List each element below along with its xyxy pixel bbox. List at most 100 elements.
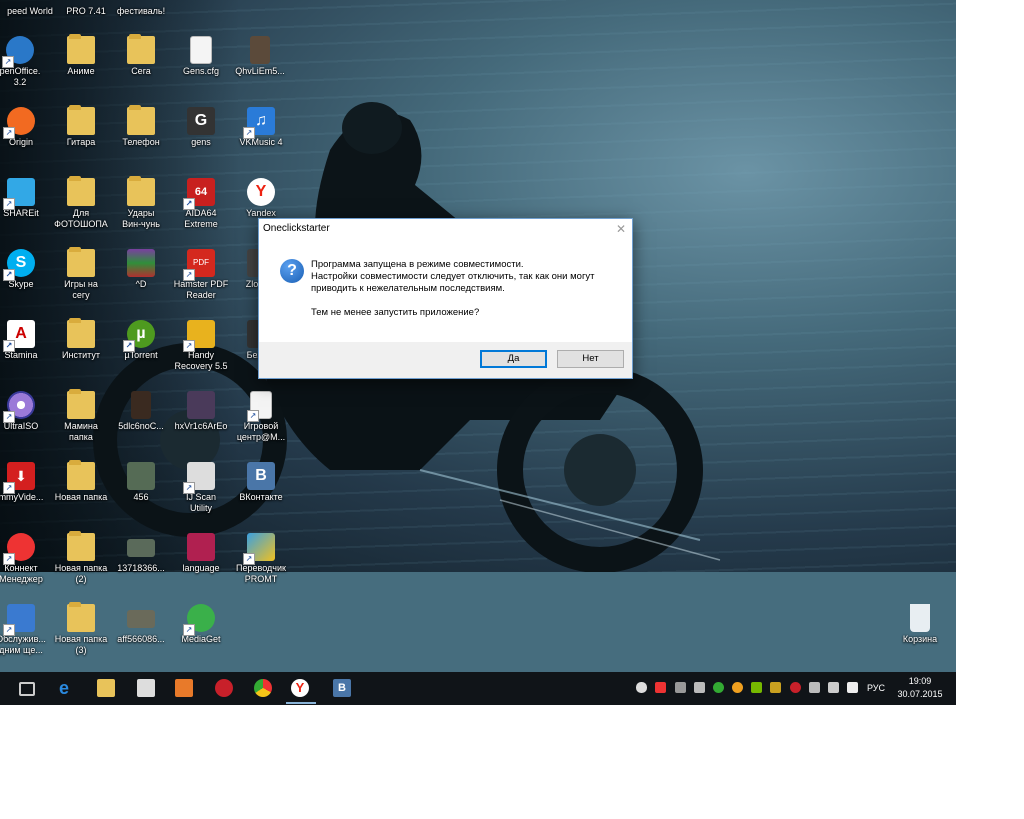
message-line-3: приводить к нежелательным последствиям.	[311, 283, 505, 294]
edge-icon[interactable]: e	[59, 679, 77, 697]
desktop-icon-mediaget[interactable]: MediaGet	[169, 604, 233, 645]
desktop-icon-hxvr1c6areo[interactable]: hxVr1c6ArEo	[169, 391, 233, 432]
utorrent-icon: µ	[123, 320, 155, 352]
desktop-icon-5dlc6noc[interactable]: 5dlc6noC...	[109, 391, 173, 432]
clock-date[interactable]: 30.07.2015	[892, 689, 948, 699]
opera-tray-icon[interactable]	[790, 682, 801, 693]
desktop-icon-gens-cfg[interactable]: Gens.cfg	[169, 36, 233, 77]
video-icon: ⬇	[3, 462, 35, 494]
chrome-icon[interactable]	[254, 679, 272, 697]
app-tray-icon-2[interactable]	[770, 682, 781, 693]
nvidia-icon[interactable]	[751, 682, 762, 693]
image-icon	[131, 391, 151, 419]
desktop-icon-gens[interactable]: G gens	[169, 107, 233, 148]
desktop-icon-skype[interactable]: S Skype	[0, 249, 53, 290]
desktop-icon-game-center[interactable]: Игровой центр@M...	[229, 391, 293, 443]
volume-alert-icon[interactable]	[655, 682, 666, 693]
folder-icon	[67, 602, 95, 632]
folder-icon	[67, 318, 95, 348]
explorer-icon[interactable]	[97, 679, 115, 697]
aida64-icon: 64	[183, 178, 215, 210]
desktop-icon-connect-manager[interactable]: Коннект Менеджер	[0, 533, 53, 585]
desktop-icon-vkontakte[interactable]: B ВКонтакте	[229, 462, 293, 503]
dialog-message: Программа запущена в режиме совместимост…	[311, 259, 595, 319]
desktop-icon-ij-scan[interactable]: IJ Scan Utility	[169, 462, 233, 514]
active-app-indicator	[286, 702, 316, 704]
shareit-icon	[3, 178, 35, 210]
bluetooth-icon[interactable]	[675, 682, 686, 693]
desktop-icon-video[interactable]: ⬇ mmyVide...	[0, 462, 53, 503]
desktop-icon-hamster-pdf[interactable]: PDF Hamster PDF Reader	[169, 249, 233, 301]
no-button[interactable]: Нет	[557, 350, 624, 368]
desktop-icon-recycle-bin[interactable]: Корзина	[888, 604, 952, 645]
desktop-icon-utorrent[interactable]: µ µTorrent	[109, 320, 173, 361]
close-icon[interactable]: ✕	[616, 222, 626, 236]
desktop-icon-openoffice[interactable]: penOffice. 3.2	[0, 36, 52, 88]
image-icon	[127, 462, 155, 490]
signal-icon[interactable]	[809, 682, 820, 693]
store-icon[interactable]	[137, 679, 155, 697]
mediaget-icon	[183, 604, 215, 636]
language-indicator[interactable]: РУС	[864, 683, 888, 693]
yandex-icon: Y	[247, 178, 275, 206]
folder-icon	[67, 105, 95, 135]
desktop-icon-institute[interactable]: Институт	[49, 318, 113, 361]
winrar-icon	[127, 249, 155, 277]
desktop-icon-456[interactable]: 456	[109, 462, 173, 503]
desktop-icon-mom-folder[interactable]: Мамина папка	[49, 389, 113, 443]
folder-icon	[67, 460, 95, 490]
desktop-icon-handy-recovery[interactable]: Handy Recovery 5.5	[169, 320, 233, 372]
desktop-icon-phone[interactable]: Телефон	[109, 105, 173, 148]
folder-icon	[67, 176, 95, 206]
desktop-icon-promt[interactable]: Переводчик PROMT	[229, 533, 293, 585]
desktop-icon-guitar[interactable]: Гитара	[49, 105, 113, 148]
handy-recovery-icon	[183, 320, 215, 352]
desktop-icon-origin[interactable]: Origin	[0, 107, 53, 148]
desktop-icon-aida64[interactable]: 64 AIDA64 Extreme	[169, 178, 233, 230]
dialog-title: Oneclickstarter	[263, 223, 330, 234]
clock-time[interactable]: 19:09	[892, 676, 948, 686]
folder-icon	[67, 34, 95, 64]
desktop-icon-new-folder[interactable]: Новая папка	[49, 460, 113, 503]
desktop-icon-sega[interactable]: Сега	[109, 34, 173, 77]
yes-button[interactable]: Да	[480, 350, 547, 368]
task-view-icon[interactable]	[19, 682, 35, 696]
folder-icon	[67, 389, 95, 419]
dialog-title-bar: Oneclickstarter ✕	[259, 219, 632, 241]
desktop-icon-sega-games[interactable]: Игры на сегу	[49, 247, 113, 301]
desktop-icon-ultraiso[interactable]: UltraISO	[0, 391, 53, 432]
media-player-icon[interactable]	[175, 679, 193, 697]
question-icon: ?	[280, 259, 304, 283]
desktop-icon-d[interactable]: ^D	[109, 249, 173, 290]
desktop-icon-wingchun[interactable]: Удары Вин-чунь	[109, 176, 173, 230]
vk-taskbar-icon[interactable]: B	[333, 679, 351, 697]
desktop-icon-photoshop[interactable]: Для ФОТОШОПА	[49, 176, 113, 230]
desktop-icon-anime[interactable]: Аниме	[49, 34, 113, 77]
desktop-icon-shareit[interactable]: SHAREit	[0, 178, 53, 219]
desktop-icon-new-folder-2[interactable]: Новая папка (2)	[49, 531, 113, 585]
image-icon	[127, 610, 155, 628]
desktop-icon-vkmusic[interactable]: ♫ VKMusic 4	[229, 107, 293, 148]
app-tray-icon[interactable]	[732, 682, 743, 693]
network-icon[interactable]	[694, 682, 705, 693]
vkmusic-icon: ♫	[243, 107, 275, 139]
speaker-icon[interactable]	[828, 682, 839, 693]
desktop-icon-aff566086[interactable]: aff566086...	[109, 604, 173, 645]
pdf-icon: PDF	[183, 249, 215, 281]
folder-icon	[127, 105, 155, 135]
desktop-icon-qhvliem5[interactable]: QhvLiEm5...	[228, 36, 292, 77]
file-icon	[190, 36, 212, 64]
opera-icon[interactable]	[215, 679, 233, 697]
desktop-icon-language[interactable]: language	[169, 533, 233, 574]
utorrent-tray-icon[interactable]	[713, 682, 724, 693]
dialog-body: ? Программа запущена в режиме совместимо…	[259, 241, 632, 342]
message-icon[interactable]	[847, 682, 858, 693]
desktop-icon-service[interactable]: Обслужив... дним ще...	[0, 604, 53, 656]
desktop-icon-stamina[interactable]: A Stamina	[0, 320, 53, 361]
cut-label-3: фестиваль!	[116, 6, 166, 16]
desktop-icon-new-folder-3[interactable]: Новая папка (3)	[49, 602, 113, 656]
desktop-icon-yandex[interactable]: Y Yandex	[229, 178, 293, 219]
desktop-icon-13718366[interactable]: 13718366...	[109, 533, 173, 574]
onedrive-icon[interactable]	[636, 682, 647, 693]
yandex-browser-icon[interactable]: Y	[291, 679, 309, 697]
